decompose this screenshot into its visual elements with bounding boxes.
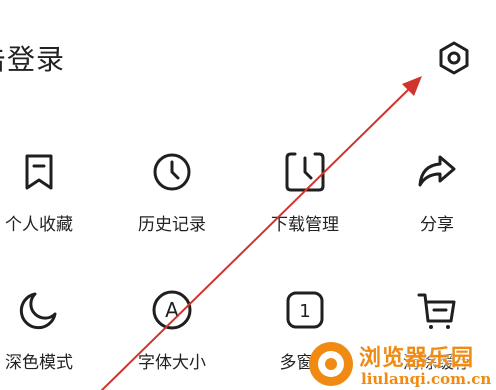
grid-item-label: 个人收藏 [5, 215, 73, 235]
download-manager-icon [285, 152, 325, 192]
grid-item-label: 字体大小 [138, 353, 206, 373]
page-title[interactable]: 击登录 [0, 38, 65, 78]
watermark-text: 浏览器乐园 [359, 346, 475, 371]
settings-button[interactable] [432, 36, 476, 80]
cart-icon [417, 293, 456, 329]
grid-item-label: 历史记录 [138, 215, 206, 235]
bookmark-icon [25, 154, 53, 190]
watermark-logo-icon [309, 342, 353, 386]
settings-gear-icon [439, 41, 469, 75]
share-icon [418, 155, 456, 187]
multi-window-icon: 1 [286, 291, 324, 329]
moon-icon [19, 292, 57, 330]
grid-item-label: 分享 [420, 215, 454, 235]
window-count: 1 [299, 301, 310, 322]
font-icon-letter: A [165, 298, 179, 322]
clock-icon [153, 153, 191, 191]
font-size-icon: A [152, 290, 192, 330]
grid-item-label: 下载管理 [271, 215, 339, 235]
grid-item-label: 深色模式 [5, 353, 73, 373]
watermark-url: liulanqi.com.cn [361, 370, 492, 388]
watermark: 浏览器乐园 liulanqi.com.cn [305, 338, 496, 390]
